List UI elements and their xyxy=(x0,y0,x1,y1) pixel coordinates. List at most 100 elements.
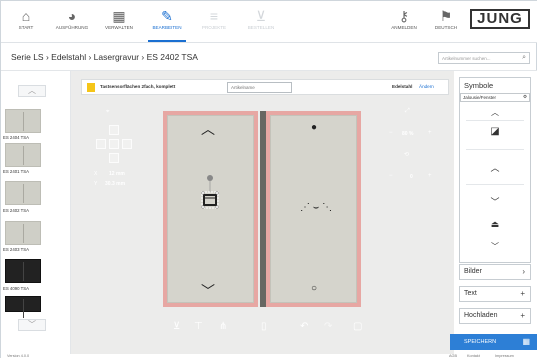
product-thumbnail-label: ES 2404 TSA xyxy=(3,135,29,140)
chevron-up-icon[interactable]: ︿ xyxy=(201,119,215,139)
y-value[interactable]: 30.3 mm xyxy=(105,181,125,187)
eraser-icon[interactable]: ◪ xyxy=(464,126,526,137)
align-top-icon[interactable]: ⊤ xyxy=(194,321,203,332)
product-thumbnail[interactable] xyxy=(5,143,41,167)
undo-icon[interactable]: ↶ xyxy=(300,321,308,332)
article-name-input[interactable]: Artikelname xyxy=(227,82,292,93)
align-center-icon[interactable]: ⋔ xyxy=(219,321,227,332)
article-toolbar: Tastsensorflächen 2fach, komplett Artike… xyxy=(81,79,449,95)
product-thumbnail-label: ES 2401 TSA xyxy=(3,169,29,174)
align-handle-icon[interactable]: ⌖ xyxy=(106,109,109,116)
rotate-icon[interactable]: ⟲ xyxy=(404,151,409,158)
upload-accordion[interactable]: Hochladen + xyxy=(459,308,531,324)
product-thumbnail-label: ES 2403 TSA xyxy=(3,247,29,252)
symbol-separator xyxy=(466,149,524,150)
plus-icon: + xyxy=(520,289,525,298)
frame-icon[interactable]: ▢ xyxy=(353,321,362,332)
redo-icon[interactable]: ↷ xyxy=(324,321,332,332)
symbol-category-select[interactable]: Jalousie/Fenster ⚙ xyxy=(460,93,530,102)
list-icon: ≡ xyxy=(209,8,219,24)
zoom-value[interactable]: 80 % xyxy=(402,131,413,137)
nav-start[interactable]: ⌂ Start xyxy=(7,7,45,30)
rotate-left-button[interactable]: − xyxy=(389,173,393,179)
save-label: Speichern xyxy=(464,339,497,345)
rail-scroll-up-button[interactable]: ︿ xyxy=(18,85,46,97)
search-icon[interactable]: ⌕ xyxy=(522,54,526,62)
pen-icon: ✎ xyxy=(161,8,173,24)
nav-bearbeiten-label: Bearbeiten xyxy=(152,25,182,30)
chevron-right-icon: › xyxy=(522,267,525,276)
delete-icon[interactable]: ▯ xyxy=(261,321,267,332)
text-accordion[interactable]: Text + xyxy=(459,286,531,302)
chevron-up-icon: ︿ xyxy=(28,86,36,95)
home-icon: ⌂ xyxy=(21,8,31,24)
grid-icon: ▦ xyxy=(522,337,530,346)
contact-link[interactable]: Kontakt xyxy=(467,354,480,358)
nav-bestellen[interactable]: ⊻ Bestellen xyxy=(242,7,280,30)
product-thumbnail-label: ES 4090 TSA xyxy=(3,286,29,291)
nav-ausfuehrung[interactable]: ◕ Ausführung xyxy=(53,7,91,30)
symbol-scroll-up-icon[interactable]: ︿ xyxy=(464,107,526,118)
x-value[interactable]: 12 mm xyxy=(109,171,125,177)
nav-verwalten[interactable]: ▦ Verwalten xyxy=(100,7,138,30)
plus-icon: + xyxy=(520,311,525,320)
rotation-value[interactable]: 0 xyxy=(410,174,413,180)
dot-filled-icon[interactable]: ● xyxy=(311,122,317,133)
cart-icon: ⊻ xyxy=(255,8,267,24)
login-button[interactable]: ⚷ Anmelden xyxy=(385,7,423,30)
imprint-link[interactable]: Impressum xyxy=(495,354,514,358)
chevron-up-icon[interactable]: ︿ xyxy=(464,161,526,174)
brand-logo[interactable]: JUNG xyxy=(470,9,530,29)
product-thumbnail[interactable] xyxy=(5,181,41,205)
palette-icon: ◕ xyxy=(67,8,77,24)
nav-projekte[interactable]: ≡ Projekte xyxy=(195,7,233,30)
breadcrumb-bar: Serie LS › Edelstahl › Lasergravur › ES … xyxy=(1,43,537,71)
rotate-right-button[interactable]: + xyxy=(428,173,432,179)
nav-projekte-label: Projekte xyxy=(201,25,227,30)
symbol-category-value: Jalousie/Fenster xyxy=(463,95,497,100)
upload-label: Hochladen xyxy=(464,312,498,319)
zoom-out-button[interactable]: − xyxy=(389,130,393,136)
symbol-separator xyxy=(466,184,524,185)
blind-symbol-icon[interactable] xyxy=(196,174,224,224)
search-placeholder: Artikelnummer suchen... xyxy=(442,56,491,61)
move-center-button[interactable] xyxy=(109,139,119,149)
search-input[interactable]: Artikelnummer suchen... ⌕ xyxy=(438,52,530,64)
nav-start-label: Start xyxy=(18,25,34,30)
nav-bestellen-label: Bestellen xyxy=(247,25,275,30)
nav-bearbeiten[interactable]: ✎ Bearbeiten xyxy=(148,7,186,30)
dot-outline-icon[interactable]: ○ xyxy=(311,283,317,294)
product-thumbnail[interactable] xyxy=(5,221,41,245)
change-material-link[interactable]: Ändern xyxy=(419,84,434,89)
chevron-down-icon[interactable]: ﹀ xyxy=(464,195,526,208)
language-button[interactable]: ⚑ Deutsch xyxy=(427,7,465,30)
rail-scroll-down-button[interactable]: ﹀ xyxy=(18,319,46,331)
move-right-button[interactable] xyxy=(122,139,132,149)
product-thumbnail[interactable] xyxy=(5,259,41,283)
move-down-button[interactable] xyxy=(109,153,119,163)
move-up-button[interactable] xyxy=(109,125,119,135)
move-left-button[interactable] xyxy=(96,139,106,149)
x-label: X xyxy=(94,171,98,177)
symbol-separator xyxy=(466,120,524,121)
light-icon[interactable]: ⋰ ⌣ ⋱ xyxy=(300,202,332,213)
key-icon: ⚷ xyxy=(398,8,410,24)
symbol-scroll-down-icon[interactable]: ﹀ xyxy=(464,241,526,252)
size-handle-icon[interactable]: ⤢ xyxy=(405,108,410,115)
symbols-title: Symbole xyxy=(460,78,530,94)
y-label: Y xyxy=(94,181,98,187)
zoom-in-button[interactable]: + xyxy=(428,130,432,136)
chevron-down-icon: ﹀ xyxy=(28,320,36,329)
app-window: ⌂ Start ◕ Ausführung ▦ Verwalten ✎ Bearb… xyxy=(0,0,537,359)
chevron-down-icon[interactable]: ﹀ xyxy=(201,281,215,301)
save-button[interactable]: Speichern ▦ xyxy=(450,334,537,350)
images-accordion[interactable]: Bilder › xyxy=(459,264,531,280)
terms-link[interactable]: AGB xyxy=(449,354,457,358)
product-thumbnail[interactable] xyxy=(5,109,41,133)
blind-icon[interactable]: ⏏ xyxy=(464,219,526,230)
breadcrumb[interactable]: Serie LS › Edelstahl › Lasergravur › ES … xyxy=(11,52,198,62)
language-label: Deutsch xyxy=(434,25,458,30)
top-navigation: ⌂ Start ◕ Ausführung ▦ Verwalten ✎ Bearb… xyxy=(1,1,537,43)
align-vertical-icon[interactable]: ⊻ xyxy=(173,321,180,332)
product-thumbnail[interactable] xyxy=(5,296,41,318)
